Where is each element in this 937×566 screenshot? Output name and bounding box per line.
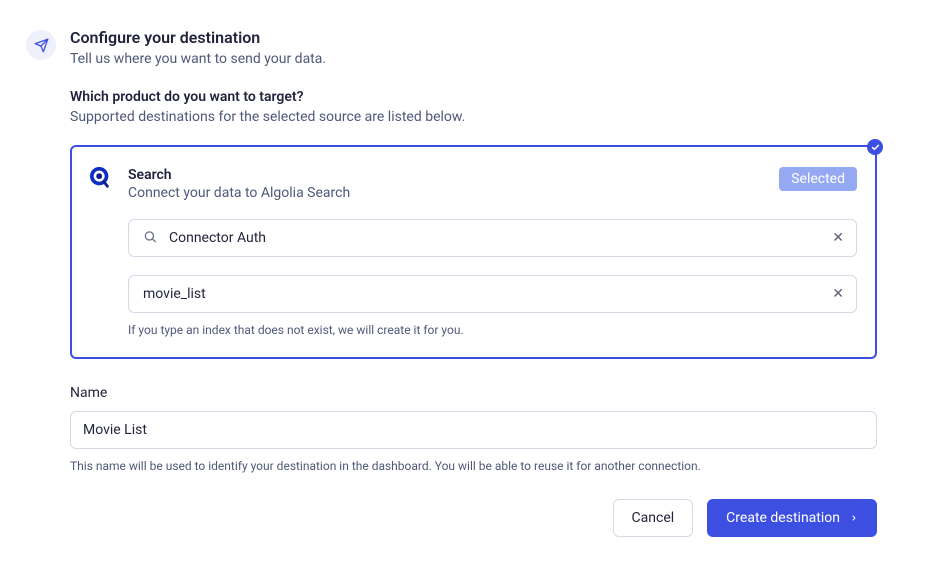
algolia-search-icon <box>90 167 112 189</box>
search-icon <box>143 229 157 248</box>
destination-icon <box>26 30 56 60</box>
page-subtitle: Tell us where you want to send your data… <box>70 51 326 67</box>
name-hint: This name will be used to identify your … <box>70 459 877 473</box>
auth-input[interactable] <box>169 230 822 246</box>
product-supported-note: Supported destinations for the selected … <box>70 109 877 125</box>
selected-badge: Selected <box>779 167 857 191</box>
page-title: Configure your destination <box>70 28 326 47</box>
create-destination-label: Create destination <box>726 510 840 526</box>
card-title: Search <box>128 167 350 183</box>
create-destination-button[interactable]: Create destination <box>707 499 877 537</box>
chevron-right-icon <box>850 512 858 524</box>
clear-auth-icon[interactable]: ✕ <box>832 231 844 245</box>
index-hint: If you type an index that does not exist… <box>128 323 857 337</box>
auth-input-wrap[interactable]: ✕ <box>128 219 857 257</box>
selected-check-icon <box>867 139 883 155</box>
card-description: Connect your data to Algolia Search <box>128 185 350 201</box>
index-input[interactable] <box>143 286 822 302</box>
clear-index-icon[interactable]: ✕ <box>832 287 844 301</box>
index-input-wrap[interactable]: ✕ <box>128 275 857 313</box>
product-section-heading: Which product do you want to target? Sup… <box>70 89 877 125</box>
destination-card-search[interactable]: Search Connect your data to Algolia Sear… <box>70 145 877 359</box>
name-label: Name <box>70 385 877 401</box>
destination-name-input[interactable] <box>70 411 877 449</box>
product-question: Which product do you want to target? <box>70 89 877 105</box>
cancel-button[interactable]: Cancel <box>613 499 694 537</box>
